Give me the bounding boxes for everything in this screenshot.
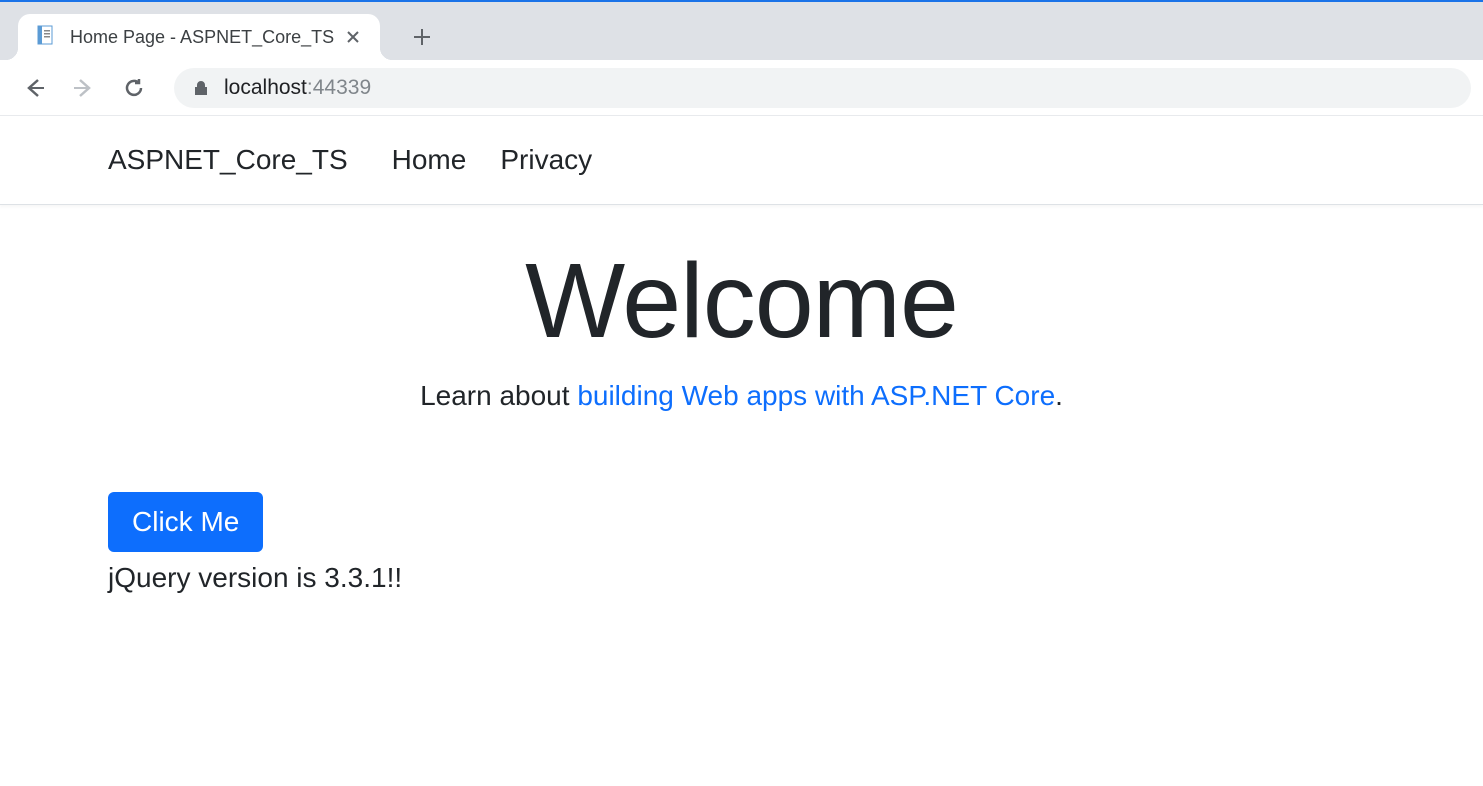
url-port: :44339 bbox=[307, 76, 371, 100]
browser-tab[interactable]: Home Page - ASPNET_Core_TS bbox=[18, 14, 380, 60]
learn-prefix: Learn about bbox=[420, 380, 577, 411]
new-tab-button[interactable] bbox=[402, 17, 442, 57]
tab-strip: Home Page - ASPNET_Core_TS bbox=[0, 2, 1483, 60]
learn-suffix: . bbox=[1055, 380, 1063, 411]
page-favicon bbox=[36, 25, 58, 49]
back-button[interactable] bbox=[12, 66, 56, 110]
nav-link-privacy[interactable]: Privacy bbox=[500, 144, 592, 176]
main-content: Welcome Learn about building Web apps wi… bbox=[0, 205, 1483, 630]
lock-icon bbox=[192, 79, 210, 97]
browser-toolbar: localhost:44339 bbox=[0, 60, 1483, 116]
url-host: localhost bbox=[224, 76, 307, 100]
learn-link[interactable]: building Web apps with ASP.NET Core bbox=[577, 380, 1055, 411]
page-heading: Welcome bbox=[108, 241, 1375, 362]
site-navbar: ASPNET_Core_TS Home Privacy bbox=[0, 116, 1483, 205]
hero-subtitle: Learn about building Web apps with ASP.N… bbox=[108, 380, 1375, 412]
jquery-version-text: jQuery version is 3.3.1!! bbox=[108, 562, 1375, 594]
forward-button[interactable] bbox=[62, 66, 106, 110]
page-content: ASPNET_Core_TS Home Privacy Welcome Lear… bbox=[0, 116, 1483, 630]
navbar-brand[interactable]: ASPNET_Core_TS bbox=[108, 144, 348, 176]
reload-button[interactable] bbox=[112, 66, 156, 110]
browser-chrome: Home Page - ASPNET_Core_TS localhost:443… bbox=[0, 0, 1483, 116]
nav-link-home[interactable]: Home bbox=[392, 144, 467, 176]
close-tab-button[interactable] bbox=[342, 26, 364, 48]
address-bar[interactable]: localhost:44339 bbox=[174, 68, 1471, 108]
hero-section: Welcome Learn about building Web apps wi… bbox=[108, 241, 1375, 412]
tab-title: Home Page - ASPNET_Core_TS bbox=[70, 27, 334, 48]
action-area: Click Me jQuery version is 3.3.1!! bbox=[108, 492, 1375, 594]
click-me-button[interactable]: Click Me bbox=[108, 492, 263, 552]
